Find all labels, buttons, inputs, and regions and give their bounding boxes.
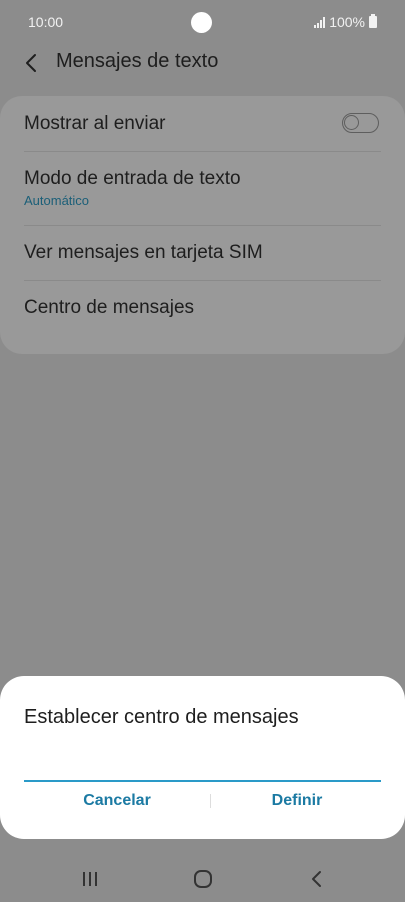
system-back-button[interactable] [297, 864, 337, 894]
page-title: Mensajes de texto [56, 50, 219, 72]
app-header: Mensajes de texto [0, 40, 405, 84]
back-button[interactable] [18, 48, 48, 78]
toggle-knob [344, 115, 359, 130]
setting-show-on-send[interactable]: Mostrar al enviar [24, 113, 381, 135]
recent-apps-icon [83, 872, 97, 886]
home-button[interactable] [183, 864, 223, 894]
back-icon [312, 871, 321, 887]
show-on-send-toggle[interactable] [342, 113, 379, 133]
status-bar: 10:00 100% [0, 0, 405, 44]
signal-icon [314, 16, 326, 28]
setting-label: Mostrar al enviar [24, 113, 166, 134]
battery-icon [369, 14, 377, 28]
setting-sim-messages[interactable]: Ver mensajes en tarjeta SIM [24, 242, 381, 264]
home-icon [194, 870, 212, 888]
screen: 10:00 100% Mensajes de texto Mostrar al … [0, 0, 405, 902]
setting-value: Automático [24, 193, 90, 208]
status-time: 10:00 [28, 14, 64, 30]
divider [24, 225, 381, 226]
navigation-bar [0, 858, 405, 902]
setting-label: Centro de mensajes [24, 297, 195, 318]
define-button[interactable]: Definir [212, 786, 382, 816]
camera-cutout [191, 12, 212, 33]
action-divider [210, 794, 211, 808]
dialog-actions: Cancelar Definir [0, 786, 405, 816]
setting-label: Modo de entrada de texto [24, 168, 241, 189]
recent-apps-button[interactable] [70, 864, 110, 894]
chevron-left-icon [26, 54, 36, 72]
settings-card: Mostrar al enviar Modo de entrada de tex… [0, 96, 405, 354]
status-indicators: 100% [314, 14, 377, 30]
message-center-input[interactable] [24, 744, 381, 782]
setting-message-center[interactable]: Centro de mensajes [24, 297, 381, 319]
dialog-title: Establecer centro de mensajes [24, 706, 299, 728]
divider [24, 280, 381, 281]
battery-percent: 100% [329, 14, 365, 30]
setting-label: Ver mensajes en tarjeta SIM [24, 242, 263, 263]
setting-input-mode[interactable]: Modo de entrada de texto Automático [24, 168, 381, 208]
cancel-button[interactable]: Cancelar [24, 786, 210, 816]
divider [24, 151, 381, 152]
